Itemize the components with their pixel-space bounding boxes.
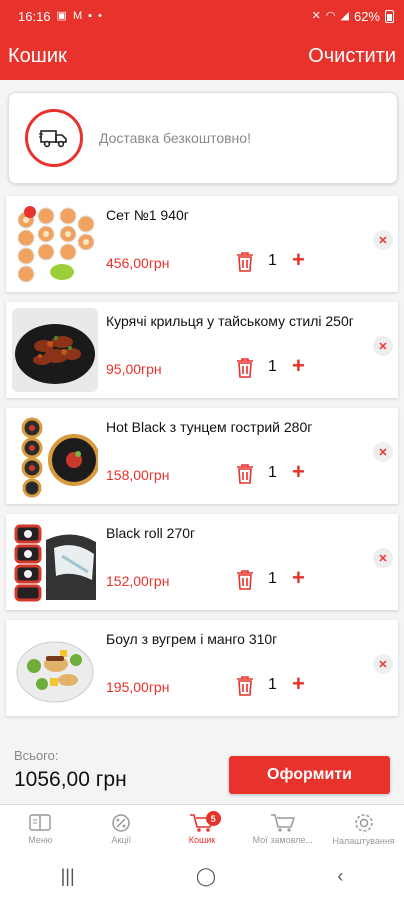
delivery-card: Доставка безкоштовно! (8, 92, 398, 184)
product-image-black-roll (12, 520, 98, 604)
page-title: Кошик (8, 44, 67, 67)
close-icon[interactable]: ✕ (373, 442, 393, 462)
trash-icon[interactable] (236, 251, 254, 273)
total-bar: Всього: 1056,00 грн Оформити (0, 740, 404, 804)
nav-item-my-orders[interactable]: Мої замовле... (242, 805, 323, 852)
plus-icon[interactable]: + (292, 671, 305, 697)
item-price: 152,00грн (106, 573, 170, 589)
plus-icon[interactable]: + (292, 459, 305, 485)
close-icon[interactable]: ✕ (373, 230, 393, 250)
product-image-set (12, 202, 98, 286)
product-image-bowl (12, 626, 98, 710)
close-icon[interactable]: ✕ (373, 548, 393, 568)
trash-icon[interactable] (236, 569, 254, 591)
cart-item: Black roll 270г 152,00грн 1 + ✕ (6, 514, 398, 610)
notification-icon: ▪ (88, 9, 93, 22)
cart-item: Сет №1 940г 456,00грн 1 + ✕ (6, 196, 398, 292)
total-label: Всього: (14, 748, 59, 763)
checkout-button[interactable]: Оформити (229, 756, 390, 794)
nav-item-promotions[interactable]: Акції (81, 805, 162, 852)
plus-icon[interactable]: + (292, 353, 305, 379)
app-bar: Кошик Очистити (0, 32, 404, 80)
item-quantity: 1 (268, 464, 277, 481)
clear-cart-button[interactable]: Очистити (308, 45, 396, 68)
cart-item: Hot Black з тунцем гострий 280г 158,00гр… (6, 408, 398, 504)
product-image-wings (12, 308, 98, 392)
item-price: 95,00грн (106, 361, 162, 377)
cart-arrow-icon (270, 813, 295, 832)
gear-icon (354, 813, 373, 832)
dot-icon: • (98, 9, 102, 22)
system-nav-bar: ||| ◯ ‹ (0, 852, 404, 900)
recent-apps-icon[interactable]: ||| (61, 866, 75, 887)
home-icon[interactable]: ◯ (196, 866, 216, 887)
item-price: 456,00грн (106, 255, 170, 271)
battery-icon (385, 9, 394, 23)
item-name: Black roll 270г (106, 525, 196, 541)
product-image-hot-black (12, 414, 98, 498)
total-value: 1056,00 грн (14, 768, 127, 791)
bottom-nav: Меню Акції 5 Кошик Мої замовле... Налашт… (0, 804, 404, 852)
item-name: Курячі крильця у тайському стилі 250г (106, 313, 354, 329)
menu-book-icon (29, 813, 52, 831)
status-time: 16:16 (18, 8, 51, 24)
nav-label: Мої замовле... (252, 834, 313, 845)
item-price: 195,00грн (106, 679, 170, 695)
battery-percent: 62% (353, 8, 380, 24)
percent-icon (112, 813, 130, 832)
trash-icon[interactable] (236, 357, 254, 379)
nav-item-settings[interactable]: Налаштування (323, 805, 404, 852)
item-name: Сет №1 940г (106, 207, 189, 223)
cart-item: Боул з вугрем і манго 310г 195,00грн 1 +… (6, 620, 398, 716)
delivery-truck-icon (25, 109, 83, 167)
nav-label: Налаштування (332, 835, 395, 846)
item-price: 158,00грн (106, 467, 170, 483)
nav-label: Акції (111, 834, 131, 845)
cart-item: Курячі крильця у тайському стилі 250г 95… (6, 302, 398, 398)
close-icon[interactable]: ✕ (373, 336, 393, 356)
back-icon[interactable]: ‹ (337, 866, 343, 887)
cart-badge: 5 (205, 811, 221, 826)
status-bar: 16:16 ▣ M ▪ • ✕ ◠ ◢ 62% (0, 0, 404, 32)
close-icon[interactable]: ✕ (373, 654, 393, 674)
plus-icon[interactable]: + (292, 565, 305, 591)
item-quantity: 1 (268, 252, 277, 269)
wifi-icon: ◠ (325, 9, 336, 22)
item-quantity: 1 (268, 358, 277, 375)
nav-label: Кошик (188, 834, 216, 845)
plus-icon[interactable]: + (292, 247, 305, 273)
delivery-text: Доставка безкоштовно! (99, 130, 251, 146)
gallery-icon: ▣ (56, 9, 67, 22)
trash-icon[interactable] (236, 463, 254, 485)
item-name: Боул з вугрем і манго 310г (106, 631, 278, 647)
item-quantity: 1 (268, 570, 277, 587)
item-name: Hot Black з тунцем гострий 280г (106, 419, 313, 435)
cart-content: Доставка безкоштовно! Сет №1 940г 456,00… (0, 80, 404, 740)
nav-item-menu[interactable]: Меню (0, 805, 81, 852)
mute-icon: ✕ (311, 9, 321, 22)
trash-icon[interactable] (236, 675, 254, 697)
mail-icon: M (72, 9, 83, 22)
item-quantity: 1 (268, 676, 277, 693)
nav-label: Меню (28, 834, 53, 845)
nav-item-cart[interactable]: 5 Кошик (162, 805, 243, 852)
signal-icon: ◢ (340, 9, 349, 22)
